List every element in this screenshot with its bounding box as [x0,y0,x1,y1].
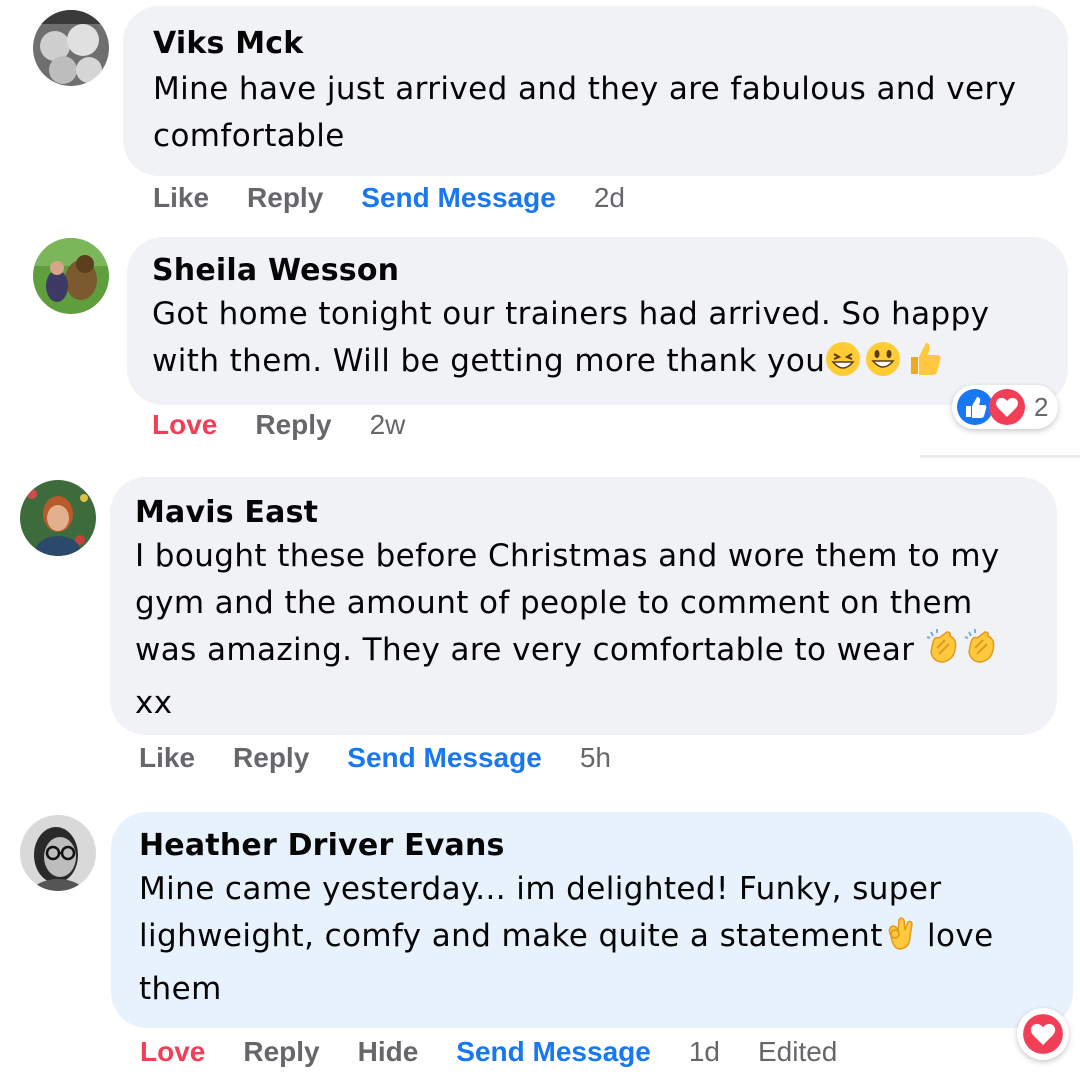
comment-author[interactable]: Heather Driver Evans [139,826,1045,866]
thumbs-up-icon [907,339,943,391]
clapping-hands-icon [963,628,999,680]
grinning-face-icon [865,341,901,391]
comment-actions: Like Reply Send Message 5h [139,738,649,778]
edited-label[interactable]: Edited [758,1036,837,1068]
comment-author[interactable]: Sheila Wesson [152,251,1043,291]
love-button[interactable]: Love [152,409,217,441]
love-reaction-icon [988,388,1026,426]
reply-button[interactable]: Reply [233,742,309,774]
reaction-count: 2 [1034,391,1049,422]
hide-button[interactable]: Hide [358,1036,419,1068]
timestamp[interactable]: 2w [370,409,406,441]
avatar[interactable] [20,480,96,556]
love-button[interactable]: Love [140,1036,205,1068]
comment-text: Got home tonight our trainers had arrive… [152,291,1043,391]
avatar[interactable] [33,238,109,314]
comment-actions: Like Reply Send Message 2d [153,178,663,218]
comment-bubble: Sheila Wesson Got home tonight our train… [127,237,1068,405]
reply-button[interactable]: Reply [247,182,323,214]
clapping-hands-icon [925,628,961,680]
reaction-summary[interactable]: 2 [952,385,1059,429]
comment-bubble: Heather Driver Evans Mine came yesterday… [111,812,1073,1028]
comment-text: Mine have just arrived and they are fabu… [153,71,1017,154]
timestamp[interactable]: 2d [594,182,625,214]
reply-button[interactable]: Reply [255,409,331,441]
reaction-summary[interactable] [1017,1008,1069,1060]
comment-text: I bought these before Christmas and wore… [135,538,1000,721]
comment-author[interactable]: Viks Mck [153,24,1038,64]
send-message-button[interactable]: Send Message [347,742,542,774]
avatar[interactable] [20,815,96,891]
ok-hand-icon [883,914,917,966]
grinning-squinting-face-icon [825,341,861,391]
like-button[interactable]: Like [153,182,209,214]
reply-button[interactable]: Reply [243,1036,319,1068]
like-button[interactable]: Like [139,742,195,774]
love-reaction-icon [1022,1013,1064,1055]
comment-actions: Love Reply Hide Send Message 1d Edited [140,1032,875,1072]
comment-bubble: Mavis East I bought these before Christm… [110,477,1057,735]
divider [920,455,1080,458]
send-message-button[interactable]: Send Message [361,182,556,214]
send-message-button[interactable]: Send Message [456,1036,651,1068]
avatar[interactable] [33,10,109,86]
timestamp[interactable]: 1d [689,1036,720,1068]
comment-bubble: Viks Mck Mine have just arrived and they… [123,6,1068,176]
timestamp[interactable]: 5h [580,742,611,774]
comment-author[interactable]: Mavis East [135,493,1032,533]
comment-text: Mine came yesterday... im delighted! Fun… [139,871,994,1007]
comment-actions: Love Reply 2w [152,405,443,445]
